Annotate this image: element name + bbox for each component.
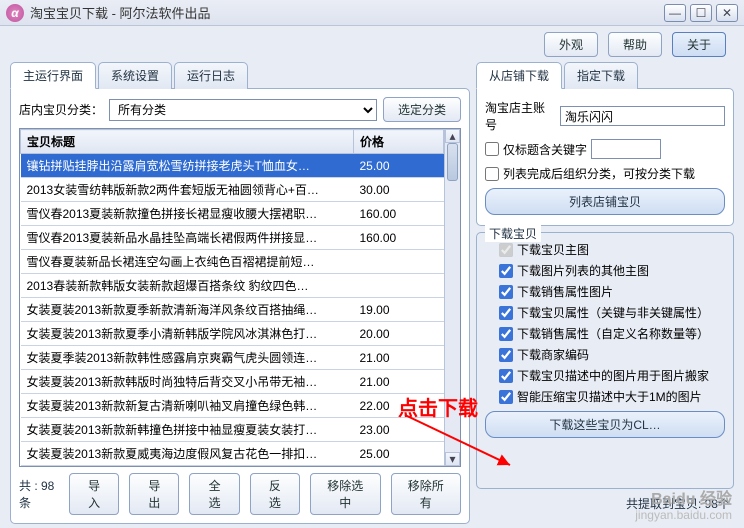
- download-goods-button[interactable]: 下载这些宝贝为CL…: [485, 411, 725, 438]
- export-button[interactable]: 导出: [129, 473, 179, 515]
- organize-category-checkbox[interactable]: [485, 167, 499, 181]
- table-scrollbar[interactable]: ▴ ▾: [444, 129, 460, 466]
- cell-title: 雪仪春2013夏装新款撞色拼接长裙显瘦收腰大摆裙职…: [21, 202, 354, 226]
- table-row[interactable]: 2013女装雪纺韩版新款2两件套短版无袖圆领背心+百…30.00: [21, 178, 444, 202]
- table-row[interactable]: 2013春装新款韩版女装新款超爆百搭条纹 豹纹四色…: [21, 274, 444, 298]
- opt-sale-attr-checkbox[interactable]: [499, 327, 513, 341]
- opt-merchant-code-checkbox[interactable]: [499, 348, 513, 362]
- opt-sale-attr-img-checkbox[interactable]: [499, 285, 513, 299]
- cell-title: 女装夏装2013新款新韩撞色拼接中袖显瘦夏装女装打…: [21, 418, 354, 442]
- import-button[interactable]: 导入: [69, 473, 119, 515]
- goods-table: 宝贝标题 价格 镶钻拼贴挂脖出沿露肩宽松雪纺拼接老虎头T恤血女…25.00201…: [20, 129, 444, 466]
- help-button[interactable]: 帮助: [608, 32, 662, 57]
- opt-main-image-label: 下载宝贝主图: [517, 241, 589, 258]
- cell-price: 25.00: [354, 442, 444, 466]
- scroll-down-icon[interactable]: ▾: [445, 452, 460, 466]
- cell-title: 女装夏季装2013新款韩性感露肩京爽霸气虎头圆领连…: [21, 346, 354, 370]
- cell-price: 160.00: [354, 226, 444, 250]
- close-button[interactable]: ✕: [716, 4, 738, 22]
- table-row[interactable]: 女装夏装2013新款夏季新款清新海洋风条纹百搭抽绳…19.00: [21, 298, 444, 322]
- opt-desc-images-label: 下载宝贝描述中的图片用于图片搬家: [517, 367, 709, 384]
- minimize-button[interactable]: —: [664, 4, 686, 22]
- opt-other-images-checkbox[interactable]: [499, 264, 513, 278]
- remove-all-button[interactable]: 移除所有: [391, 473, 462, 515]
- table-row[interactable]: 镶钻拼贴挂脖出沿露肩宽松雪纺拼接老虎头T恤血女…25.00: [21, 154, 444, 178]
- cell-price: [354, 274, 444, 298]
- opt-sale-attr-img-label: 下载销售属性图片: [517, 283, 613, 300]
- table-row[interactable]: 女装夏装2013新款夏威夷海边度假风复古花色一排扣…25.00: [21, 442, 444, 466]
- table-row[interactable]: 女装夏装2013新款韩版时尚独特后背交叉小吊带无袖…21.00: [21, 370, 444, 394]
- tab-main[interactable]: 主运行界面: [10, 62, 96, 89]
- cell-price: 23.00: [354, 418, 444, 442]
- cell-price: 160.00: [354, 202, 444, 226]
- opt-sale-attr-label: 下载销售属性（自定义名称数量等）: [517, 325, 709, 342]
- table-row[interactable]: 女装夏装2013新款新复古清新喇叭袖叉肩撞色绿色韩…22.00: [21, 394, 444, 418]
- download-group-legend: 下载宝贝: [485, 225, 541, 242]
- cell-title: 雪仪春夏装新品长裙连空勾画上衣纯色百褶裙提前短…: [21, 250, 354, 274]
- opt-goods-attr-checkbox[interactable]: [499, 306, 513, 320]
- table-row[interactable]: 雪仪春2013夏装新品水晶挂坠高端长裙假两件拼接显…160.00: [21, 226, 444, 250]
- shop-account-label: 淘宝店主账号: [485, 99, 556, 133]
- cell-title: 女装夏装2013新款韩版时尚独特后背交叉小吊带无袖…: [21, 370, 354, 394]
- cell-title: 女装夏装2013新款夏季新款清新海洋风条纹百搭抽绳…: [21, 298, 354, 322]
- select-category-button[interactable]: 选定分类: [383, 97, 461, 122]
- opt-compress-checkbox[interactable]: [499, 390, 513, 404]
- list-shop-goods-button[interactable]: 列表店铺宝贝: [485, 188, 725, 215]
- shop-account-input[interactable]: [560, 106, 725, 126]
- opt-main-image-checkbox: [499, 243, 513, 257]
- cell-price: 21.00: [354, 370, 444, 394]
- cell-title: 女装夏装2013新款新复古清新喇叭袖叉肩撞色绿色韩…: [21, 394, 354, 418]
- opt-other-images-label: 下载图片列表的其他主图: [517, 262, 649, 279]
- cell-price: [354, 250, 444, 274]
- table-row[interactable]: 女装夏装2013新款新韩撞色拼接中袖显瘦夏装女装打…23.00: [21, 418, 444, 442]
- table-row[interactable]: 女装夏季装2013新款韩性感露肩京爽霸气虎头圆领连…21.00: [21, 346, 444, 370]
- tab-settings[interactable]: 系统设置: [98, 62, 172, 89]
- row-count: 共 : 98条: [19, 477, 59, 511]
- col-price[interactable]: 价格: [354, 130, 444, 154]
- col-title[interactable]: 宝贝标题: [21, 130, 354, 154]
- cell-title: 2013女装雪纺韩版新款2两件套短版无袖圆领背心+百…: [21, 178, 354, 202]
- about-button[interactable]: 关于: [672, 32, 726, 57]
- remove-selected-button[interactable]: 移除选中: [310, 473, 381, 515]
- window-title: 淘宝宝贝下载 - 阿尔法软件出品: [30, 3, 660, 22]
- cell-price: 21.00: [354, 346, 444, 370]
- category-select[interactable]: 所有分类: [109, 99, 377, 121]
- cell-price: 19.00: [354, 298, 444, 322]
- watermark: Baidu 经验jingyan.baidu.com: [635, 491, 732, 522]
- cell-price: 22.00: [354, 394, 444, 418]
- scroll-up-icon[interactable]: ▴: [445, 129, 460, 143]
- cell-title: 女装夏装2013新款夏季小清新韩版学院风冰淇淋色打…: [21, 322, 354, 346]
- cell-title: 女装夏装2013新款夏威夷海边度假风复古花色一排扣…: [21, 442, 354, 466]
- scroll-thumb[interactable]: [447, 143, 458, 181]
- opt-merchant-code-label: 下载商家编码: [517, 346, 589, 363]
- invert-select-button[interactable]: 反选: [250, 473, 300, 515]
- cell-price: 20.00: [354, 322, 444, 346]
- cell-title: 雪仪春2013夏装新品水晶挂坠高端长裙假两件拼接显…: [21, 226, 354, 250]
- title-keyword-checkbox[interactable]: [485, 142, 499, 156]
- cell-title: 镶钻拼贴挂脖出沿露肩宽松雪纺拼接老虎头T恤血女…: [21, 154, 354, 178]
- table-row[interactable]: 女装夏装2013新款夏季小清新韩版学院风冰淇淋色打…20.00: [21, 322, 444, 346]
- table-row[interactable]: 雪仪春夏装新品长裙连空勾画上衣纯色百褶裙提前短…: [21, 250, 444, 274]
- appearance-button[interactable]: 外观: [544, 32, 598, 57]
- table-row[interactable]: 雪仪春2013夏装新款撞色拼接长裙显瘦收腰大摆裙职…160.00: [21, 202, 444, 226]
- title-keyword-label: 仅标题含关键字: [503, 141, 587, 158]
- app-logo-icon: α: [6, 4, 24, 22]
- cell-price: 25.00: [354, 154, 444, 178]
- tab-log[interactable]: 运行日志: [174, 62, 248, 89]
- restore-button[interactable]: ☐: [690, 4, 712, 22]
- cell-price: 30.00: [354, 178, 444, 202]
- select-all-button[interactable]: 全选: [189, 473, 239, 515]
- organize-category-label: 列表完成后组织分类，可按分类下载: [503, 165, 695, 182]
- category-label: 店内宝贝分类：: [19, 101, 103, 118]
- opt-compress-label: 智能压缩宝贝描述中大于1M的图片: [517, 388, 702, 405]
- opt-desc-images-checkbox[interactable]: [499, 369, 513, 383]
- tab-shop-download[interactable]: 从店铺下载: [476, 62, 562, 89]
- cell-title: 2013春装新款韩版女装新款超爆百搭条纹 豹纹四色…: [21, 274, 354, 298]
- tab-specified-download[interactable]: 指定下载: [564, 62, 638, 89]
- opt-goods-attr-label: 下载宝贝属性（关键与非关键属性）: [517, 304, 709, 321]
- keyword-input[interactable]: [591, 139, 661, 159]
